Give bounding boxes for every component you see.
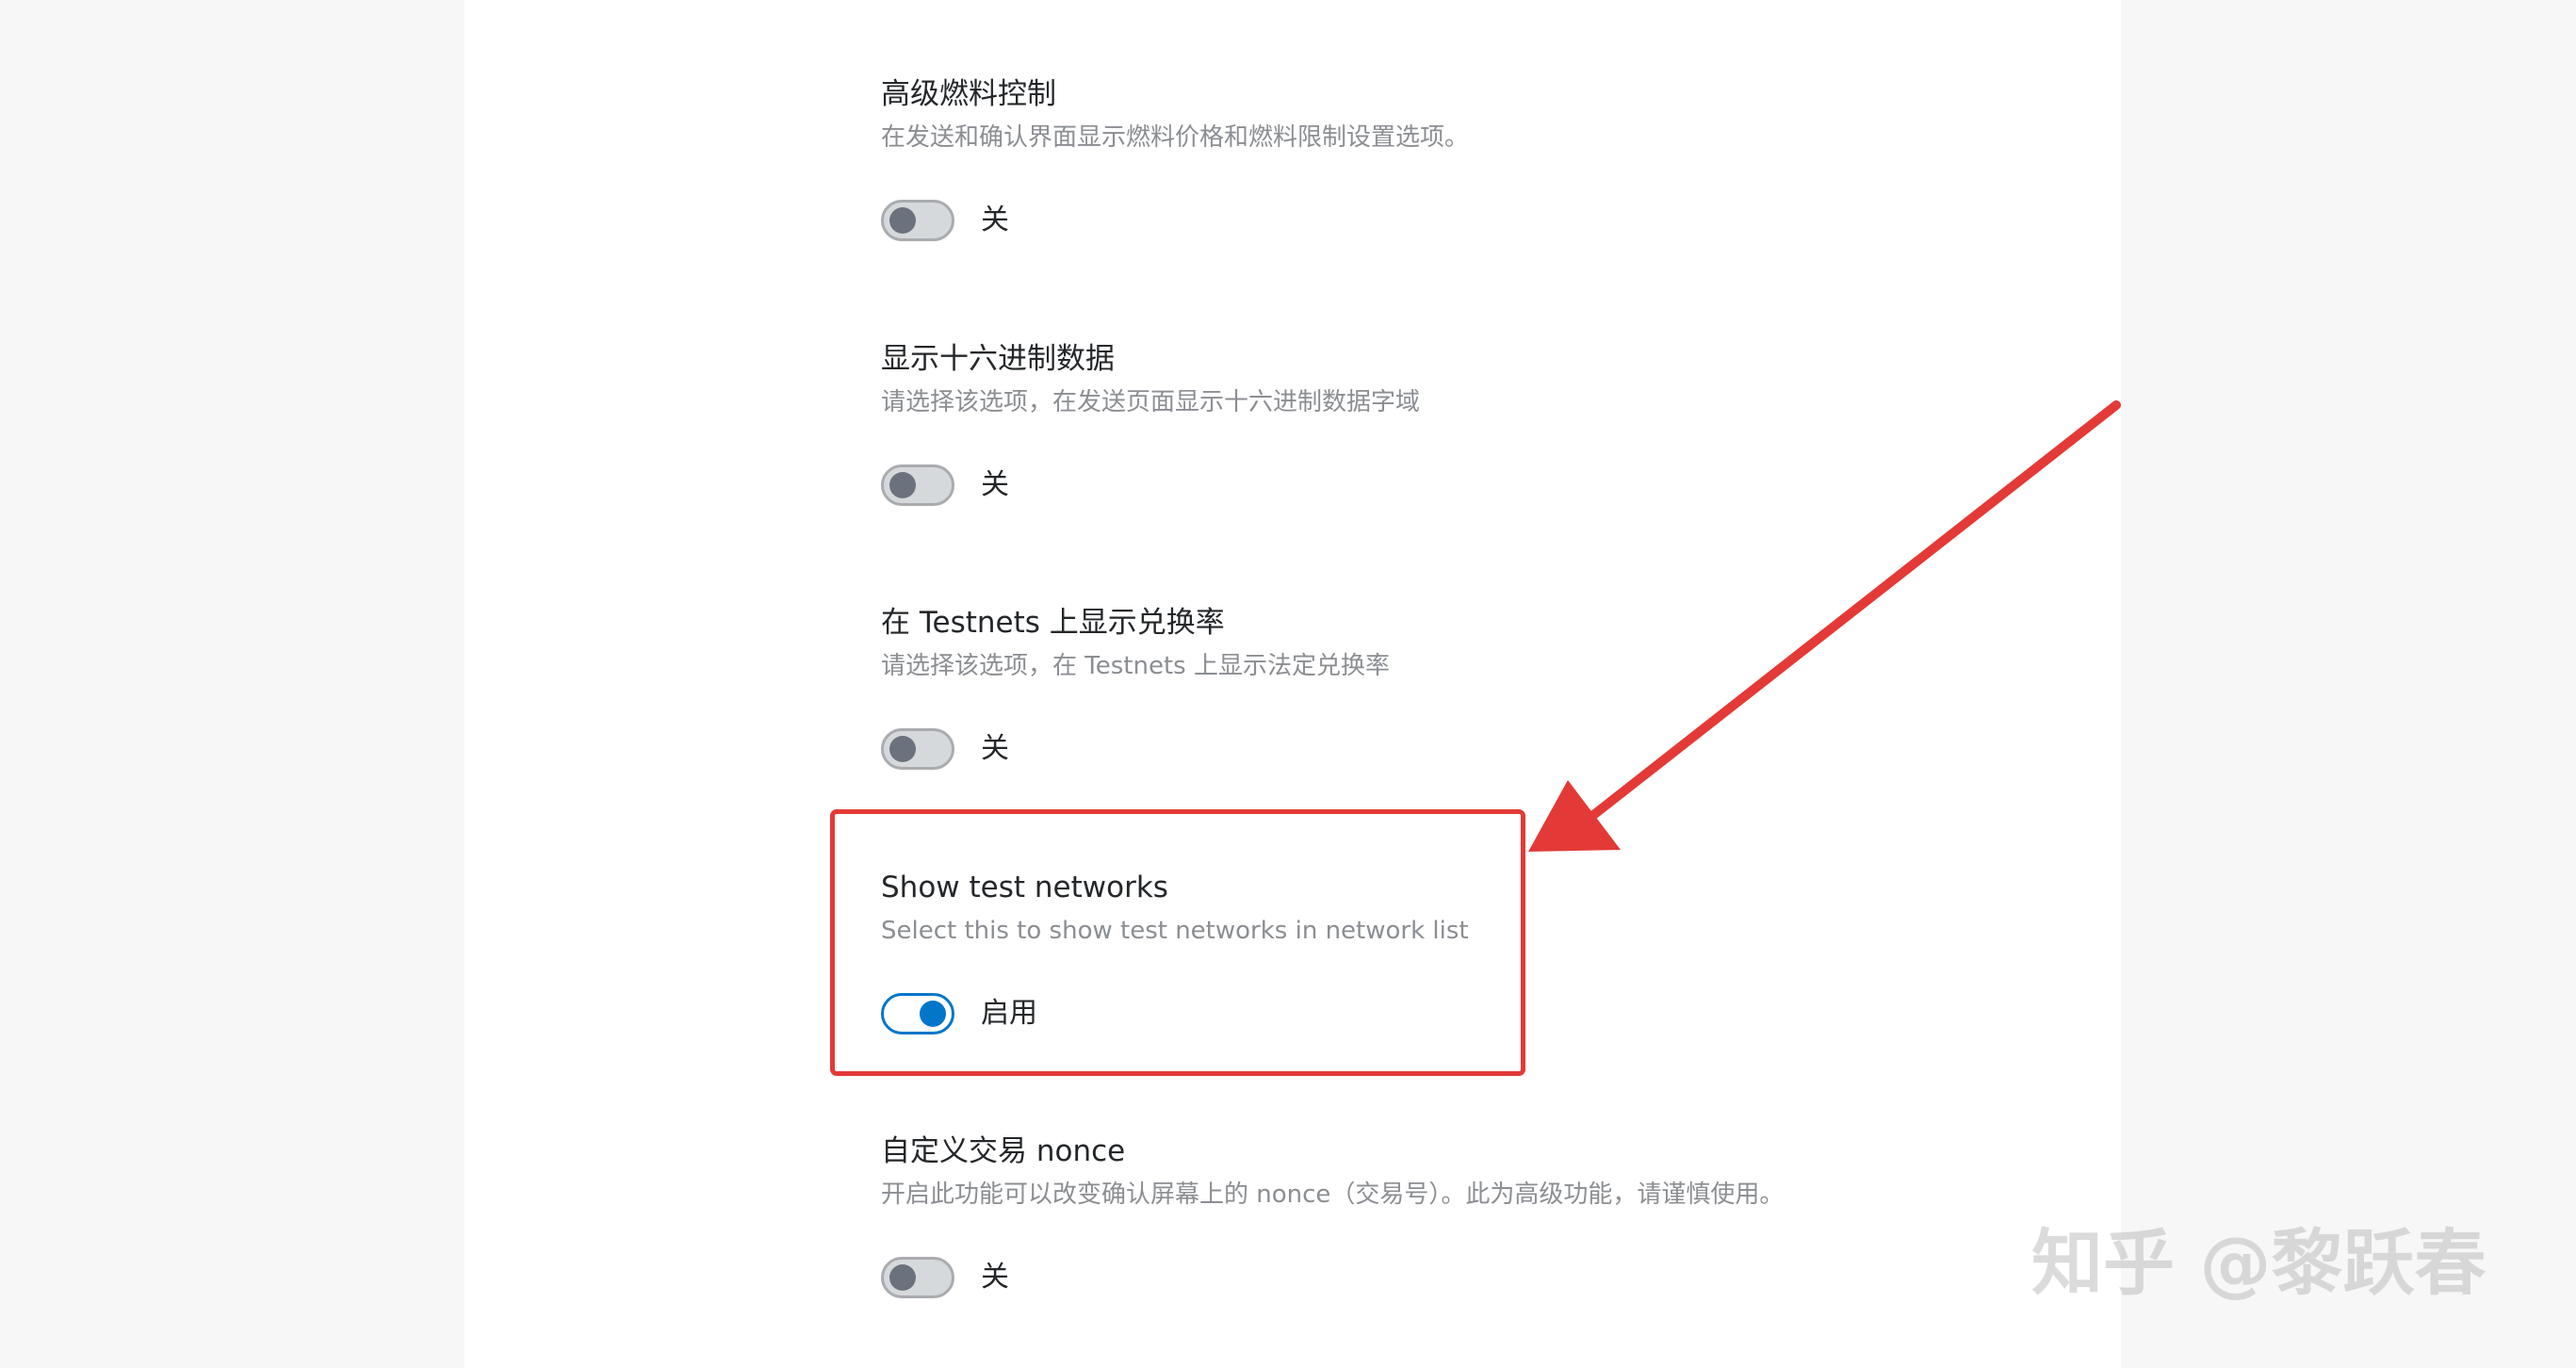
toggle-row: 关 [881,463,1009,508]
setting-description: 请选择该选项，在 Testnets 上显示法定兑换率 [881,652,1390,680]
toggle-state-label: 关 [981,204,1009,236]
setting-description: 在发送和确认界面显示燃料价格和燃料限制设置选项。 [881,123,1470,152]
advanced-gas-toggle[interactable] [881,200,954,241]
toggle-knob [889,1264,916,1291]
setting-title: 自定义交易 nonce [881,1134,1126,1168]
setting-title: 显示十六进制数据 [881,342,1115,376]
show-test-networks-toggle[interactable] [881,993,954,1034]
testnet-conversion-toggle[interactable] [881,728,954,770]
toggle-row: 关 [881,198,1009,243]
setting-description: 请选择该选项，在发送页面显示十六进制数据字域 [881,388,1421,416]
toggle-state-label: 关 [981,1261,1009,1294]
toggle-state-label: 关 [981,468,1009,501]
custom-nonce-toggle[interactable] [881,1257,954,1298]
toggle-knob [889,207,916,234]
setting-title: 在 Testnets 上显示兑换率 [881,606,1225,640]
show-hex-data-toggle[interactable] [881,464,954,506]
toggle-state-label: 启用 [981,997,1037,1030]
setting-description: 开启此功能可以改变确认屏幕上的 nonce（交易号）。此为高级功能，请谨慎使用。 [881,1181,1785,1209]
setting-title: Show test networks [881,871,1168,904]
setting-description: Select this to show test networks in net… [881,917,1469,945]
settings-panel [465,0,2121,1368]
toggle-knob [889,736,916,762]
toggle-state-label: 关 [981,732,1009,765]
toggle-row: 启用 [881,991,1037,1036]
toggle-row: 关 [881,726,1009,772]
toggle-knob [889,472,916,498]
setting-title: 高级燃料控制 [881,77,1056,111]
toggle-knob [920,1001,946,1027]
toggle-row: 关 [881,1255,1009,1300]
